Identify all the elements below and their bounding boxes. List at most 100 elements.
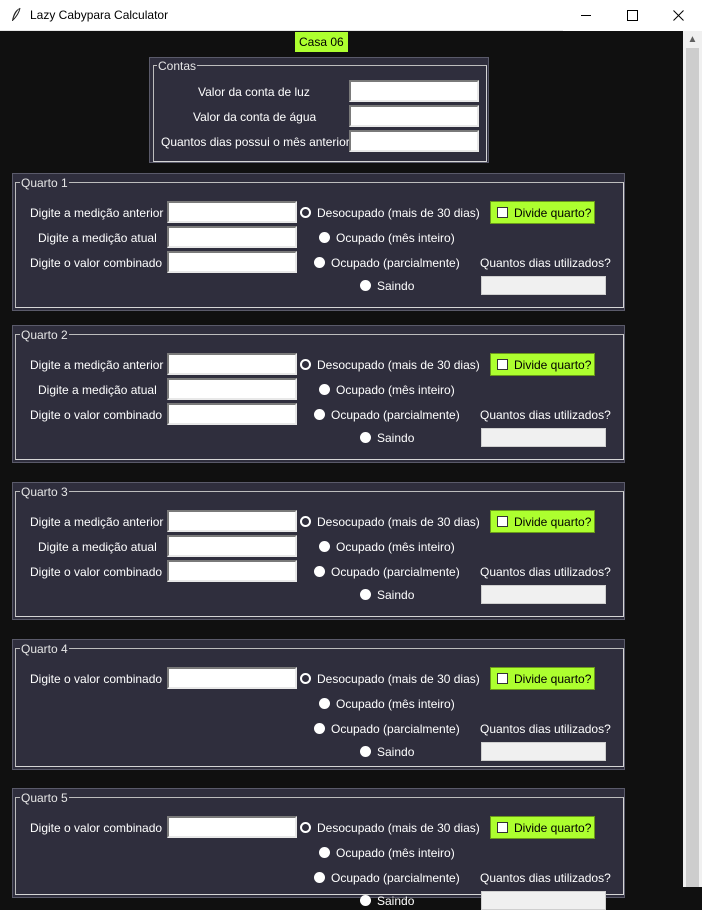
quarto-3-med-anterior-input[interactable] xyxy=(167,510,297,532)
quarto-1-radio-desocupado[interactable] xyxy=(300,207,311,218)
dias-mes-input[interactable] xyxy=(349,130,479,152)
quarto-5-saindo-label[interactable]: Saindo xyxy=(377,894,414,908)
quarto-3-dias-utilizados-label: Quantos dias utilizados? xyxy=(480,565,611,579)
quarto-1-saindo-label[interactable]: Saindo xyxy=(377,279,414,293)
quarto-1-dias-utilizados-label: Quantos dias utilizados? xyxy=(480,256,611,270)
checkbox-icon xyxy=(497,822,508,833)
quarto-3-med-atual-input[interactable] xyxy=(167,535,297,557)
quarto-3-med-atual-label: Digite a medição atual xyxy=(38,540,157,554)
quarto-2-divide-label: Divide quarto? xyxy=(514,357,592,372)
luz-input[interactable] xyxy=(349,80,479,102)
agua-label: Valor da conta de água xyxy=(193,110,317,124)
quarto-5-inteiro-label[interactable]: Ocupado (mês inteiro) xyxy=(336,846,455,860)
scrollbar-thumb[interactable] xyxy=(686,48,699,887)
quarto-2-title: Quarto 2 xyxy=(20,328,69,342)
quarto-2-med-anterior-input[interactable] xyxy=(167,353,297,375)
quarto-3-desocupado-label[interactable]: Desocupado (mais de 30 dias) xyxy=(317,515,480,529)
quarto-4-radio-parcial[interactable] xyxy=(314,723,325,734)
close-button[interactable] xyxy=(655,0,702,31)
quarto-2-valor-label: Digite o valor combinado xyxy=(30,408,163,422)
quarto-1-med-anterior-input[interactable] xyxy=(167,201,297,223)
dias-mes-label: Quantos dias possui o mês anterior xyxy=(161,135,350,149)
quarto-3-title: Quarto 3 xyxy=(20,485,69,499)
quarto-5-divide-checkbox[interactable]: Divide quarto? xyxy=(490,816,595,839)
contas-title: Contas xyxy=(157,59,198,73)
quarto-4-title: Quarto 4 xyxy=(20,642,69,656)
quarto-4-radio-saindo[interactable] xyxy=(360,746,371,757)
close-icon xyxy=(673,10,684,21)
quarto-3-valor-input[interactable] xyxy=(167,560,297,582)
quarto-4-divide-checkbox[interactable]: Divide quarto? xyxy=(490,667,595,690)
quarto-5-desocupado-label[interactable]: Desocupado (mais de 30 dias) xyxy=(317,821,480,835)
quarto-3-radio-parcial[interactable] xyxy=(314,566,325,577)
quarto-2-saindo-label[interactable]: Saindo xyxy=(377,431,414,445)
quarto-2-parcial-label[interactable]: Ocupado (parcialmente) xyxy=(331,408,460,422)
agua-input[interactable] xyxy=(349,105,479,127)
feather-icon xyxy=(12,7,21,21)
quarto-1-dias-utilizados-input[interactable] xyxy=(481,276,606,295)
quarto-5-radio-saindo[interactable] xyxy=(360,895,371,906)
minimize-button-face[interactable] xyxy=(563,0,609,31)
window-title: Lazy Cabypara Calculator xyxy=(30,8,169,22)
maximize-button-face[interactable] xyxy=(609,0,655,31)
quarto-4-inteiro-label[interactable]: Ocupado (mês inteiro) xyxy=(336,697,455,711)
quarto-5-dias-utilizados-input[interactable] xyxy=(481,891,606,910)
quarto-1-radio-saindo[interactable] xyxy=(360,280,371,291)
quarto-4-desocupado-label[interactable]: Desocupado (mais de 30 dias) xyxy=(317,672,480,686)
quarto-3-dias-utilizados-input[interactable] xyxy=(481,585,606,604)
quarto-1-valor-input[interactable] xyxy=(167,251,297,273)
quarto-4-saindo-label[interactable]: Saindo xyxy=(377,745,414,759)
quarto-4-valor-label: Digite o valor combinado xyxy=(30,672,163,686)
quarto-4-radio-inteiro[interactable] xyxy=(319,698,330,709)
checkbox-icon xyxy=(497,359,508,370)
quarto-3-divide-checkbox[interactable]: Divide quarto? xyxy=(490,510,595,533)
quarto-3-divide-label: Divide quarto? xyxy=(514,514,592,529)
quarto-5-valor-label: Digite o valor combinado xyxy=(30,821,163,835)
quarto-5-radio-desocupado[interactable] xyxy=(300,822,311,833)
quarto-5-radio-parcial[interactable] xyxy=(314,872,325,883)
scroll-up-arrow-icon[interactable]: ▲ xyxy=(683,31,702,48)
quarto-2-med-anterior-label: Digite a medição anterior xyxy=(30,358,164,372)
checkbox-icon xyxy=(497,207,508,218)
checkbox-icon xyxy=(497,673,508,684)
quarto-3-radio-saindo[interactable] xyxy=(360,589,371,600)
quarto-2-dias-utilizados-input[interactable] xyxy=(481,428,606,447)
quarto-4-dias-utilizados-input[interactable] xyxy=(481,742,606,761)
quarto-3-parcial-label[interactable]: Ocupado (parcialmente) xyxy=(331,565,460,579)
quarto-2-valor-input[interactable] xyxy=(167,403,297,425)
luz-label: Valor da conta de luz xyxy=(198,85,310,99)
quarto-2-radio-inteiro[interactable] xyxy=(319,384,330,395)
quarto-4-divide-label: Divide quarto? xyxy=(514,671,592,686)
quarto-4-valor-input[interactable] xyxy=(167,667,297,689)
quarto-2-divide-checkbox[interactable]: Divide quarto? xyxy=(490,353,595,376)
quarto-2-med-atual-label: Digite a medição atual xyxy=(38,383,157,397)
quarto-5-divide-label: Divide quarto? xyxy=(514,820,592,835)
quarto-3-radio-desocupado[interactable] xyxy=(300,516,311,527)
checkbox-icon xyxy=(497,516,508,527)
quarto-1-parcial-label[interactable]: Ocupado (parcialmente) xyxy=(331,256,460,270)
quarto-1-radio-parcial[interactable] xyxy=(314,257,325,268)
quarto-2-med-atual-input[interactable] xyxy=(167,378,297,400)
quarto-2-radio-parcial[interactable] xyxy=(314,409,325,420)
quarto-1-divide-label: Divide quarto? xyxy=(514,205,592,220)
quarto-1-divide-checkbox[interactable]: Divide quarto? xyxy=(490,201,595,224)
quarto-1-med-atual-input[interactable] xyxy=(167,226,297,248)
quarto-1-med-anterior-label: Digite a medição anterior xyxy=(30,206,164,220)
quarto-3-saindo-label[interactable]: Saindo xyxy=(377,588,414,602)
quarto-2-inteiro-label[interactable]: Ocupado (mês inteiro) xyxy=(336,383,455,397)
quarto-3-radio-inteiro[interactable] xyxy=(319,541,330,552)
quarto-1-inteiro-label[interactable]: Ocupado (mês inteiro) xyxy=(336,231,455,245)
quarto-2-desocupado-label[interactable]: Desocupado (mais de 30 dias) xyxy=(317,358,480,372)
quarto-2-dias-utilizados-label: Quantos dias utilizados? xyxy=(480,408,611,422)
quarto-4-parcial-label[interactable]: Ocupado (parcialmente) xyxy=(331,722,460,736)
quarto-5-parcial-label[interactable]: Ocupado (parcialmente) xyxy=(331,871,460,885)
quarto-3-inteiro-label[interactable]: Ocupado (mês inteiro) xyxy=(336,540,455,554)
quarto-2-radio-saindo[interactable] xyxy=(360,432,371,443)
quarto-4-radio-desocupado[interactable] xyxy=(300,673,311,684)
quarto-2-radio-desocupado[interactable] xyxy=(300,359,311,370)
quarto-1-desocupado-label[interactable]: Desocupado (mais de 30 dias) xyxy=(317,206,480,220)
quarto-5-radio-inteiro[interactable] xyxy=(319,847,330,858)
quarto-5-valor-input[interactable] xyxy=(167,816,297,838)
maximize-icon xyxy=(626,10,638,21)
quarto-1-radio-inteiro[interactable] xyxy=(319,232,330,243)
